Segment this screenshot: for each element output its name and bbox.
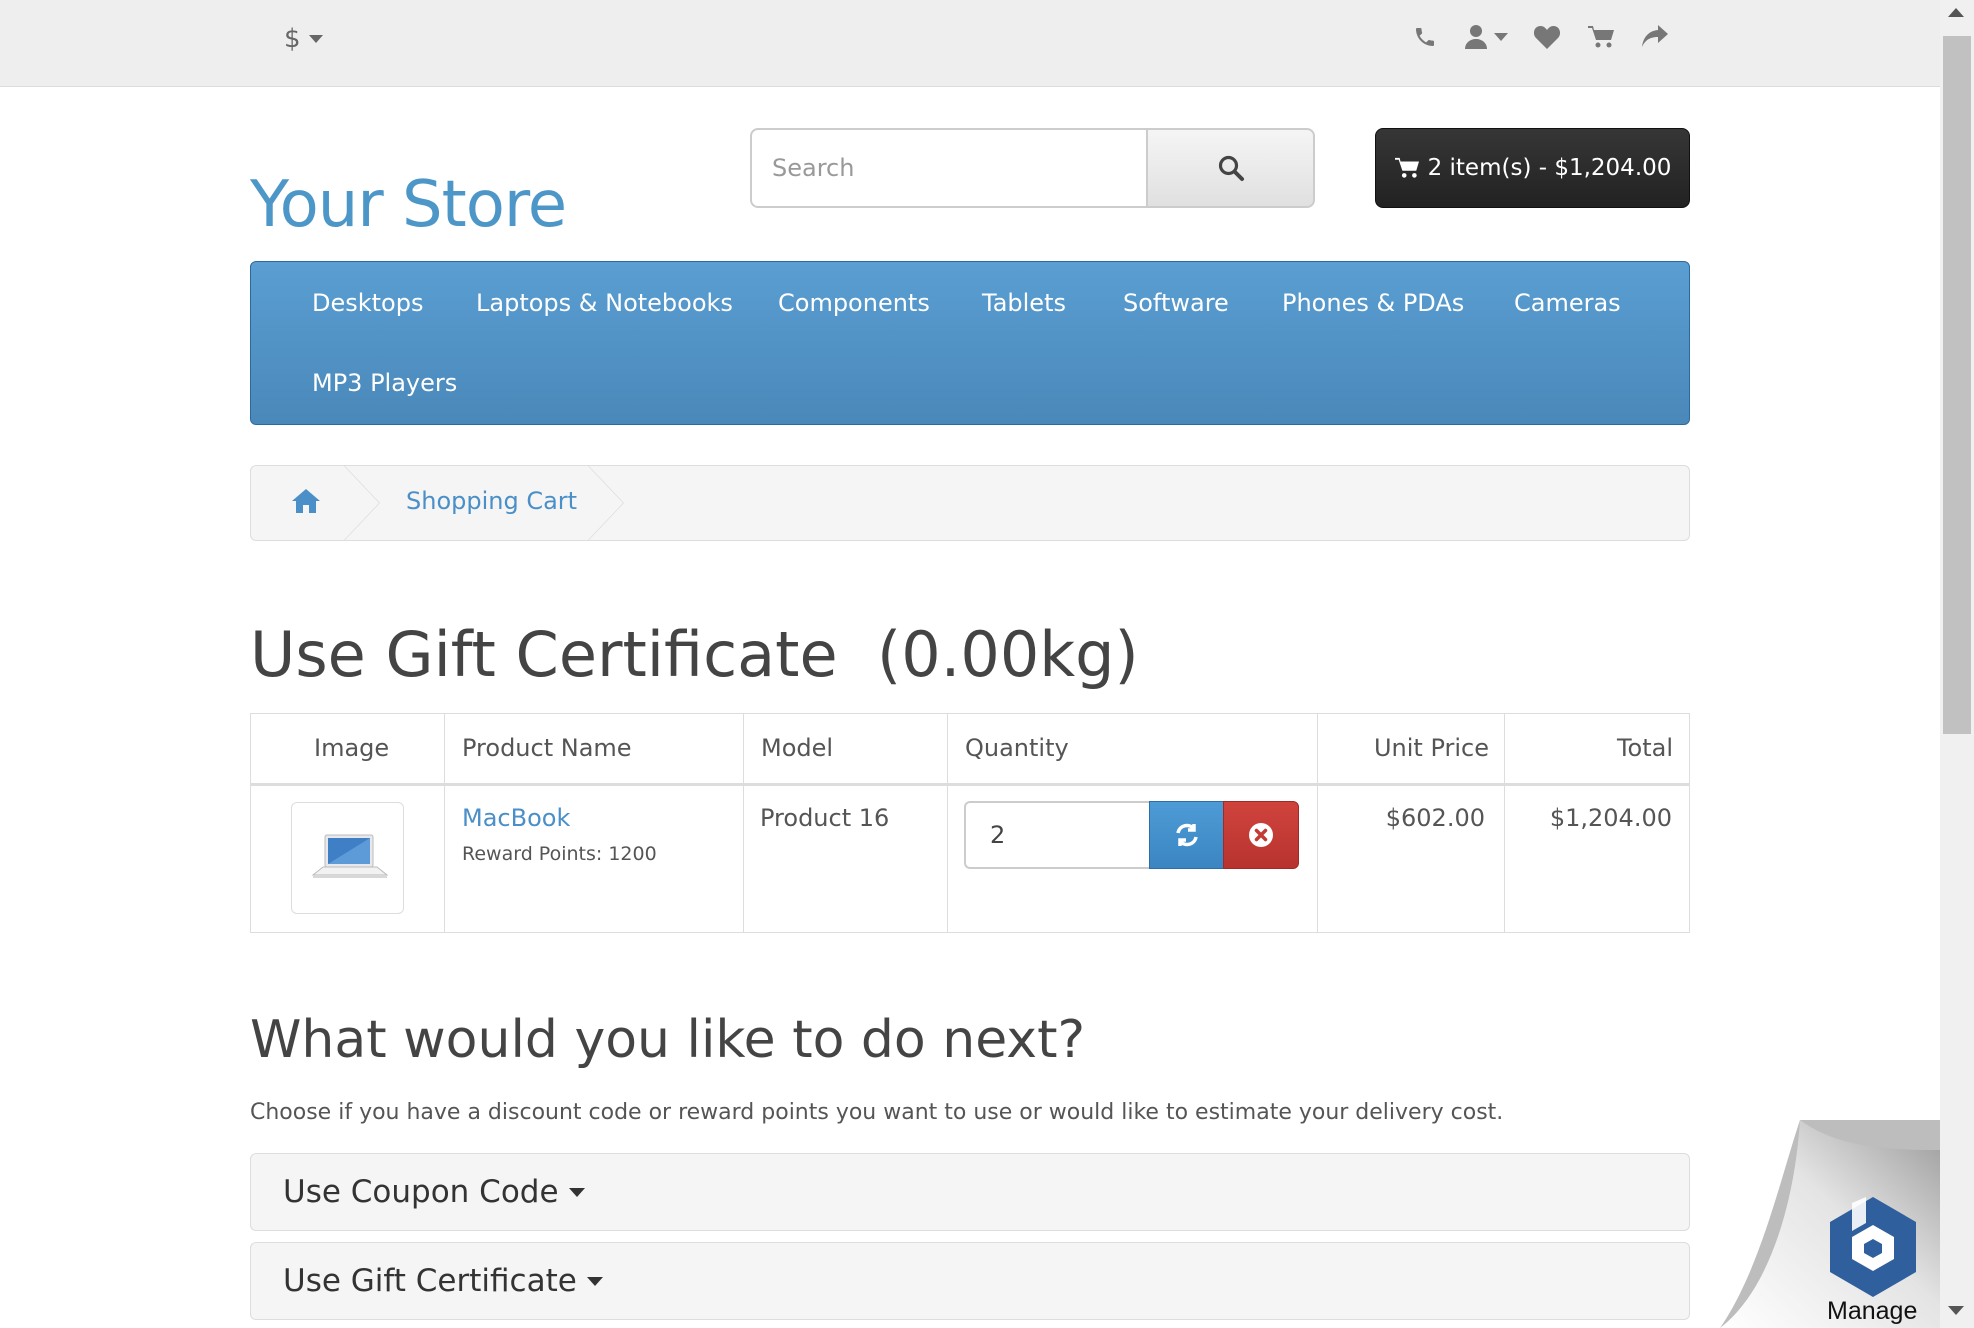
cart-icon [1394, 157, 1419, 178]
gift-certificate-panel: Use Gift Certificate [250, 1242, 1690, 1320]
next-steps-heading: What would you like to do next? [250, 1010, 1086, 1070]
store-logo[interactable]: Your Store [250, 168, 567, 242]
coupon-title: Use Coupon Code [283, 1174, 559, 1210]
phone-icon[interactable] [1410, 22, 1440, 52]
breadcrumb-separator [588, 465, 624, 541]
menu-item-desktops[interactable]: Desktops [312, 289, 423, 317]
scroll-up-icon[interactable] [1948, 8, 1964, 17]
scrollbar-thumb[interactable] [1943, 36, 1971, 734]
currency-symbol: $ [284, 24, 301, 54]
account-dropdown[interactable] [1464, 24, 1508, 50]
menu-item-cameras[interactable]: Cameras [1514, 289, 1621, 317]
chevron-down-icon [1494, 33, 1508, 41]
header-unit-price: Unit Price [1373, 734, 1489, 762]
cart-button[interactable]: 2 item(s) - $1,204.00 [1375, 128, 1690, 208]
search-input[interactable] [750, 128, 1147, 208]
product-link[interactable]: MacBook [462, 804, 570, 832]
header-quantity: Quantity [965, 734, 1069, 762]
user-icon [1465, 25, 1487, 49]
product-model: Product 16 [760, 804, 890, 832]
manage-label[interactable]: Manage [1827, 1297, 1917, 1326]
cart-summary: 2 item(s) - $1,204.00 [1427, 155, 1672, 181]
caret-down-icon [586, 1276, 603, 1286]
page-title: Use Gift Certificate (0.00kg) [250, 618, 1139, 691]
menu-item-components[interactable]: Components [778, 289, 930, 317]
header-product-name: Product Name [462, 734, 632, 762]
main-menu: Desktops Laptops & Notebooks Components … [250, 261, 1690, 425]
heart-icon[interactable] [1532, 22, 1562, 52]
laptop-image [311, 834, 388, 878]
product-thumbnail[interactable] [291, 802, 404, 914]
row-total: $1,204.00 [1549, 804, 1672, 832]
cart-icon[interactable] [1586, 22, 1616, 52]
coupon-toggle[interactable]: Use Coupon Code [283, 1174, 585, 1210]
search-button[interactable] [1146, 128, 1315, 208]
chevron-down-icon [308, 35, 323, 43]
quantity-input[interactable] [964, 801, 1150, 869]
update-button[interactable] [1149, 801, 1224, 869]
menu-item-laptops[interactable]: Laptops & Notebooks [476, 289, 733, 317]
gift-certificate-title: Use Gift Certificate [283, 1263, 577, 1299]
scroll-down-icon[interactable] [1948, 1306, 1964, 1315]
gift-certificate-toggle[interactable]: Use Gift Certificate [283, 1263, 603, 1299]
header-model: Model [761, 734, 834, 762]
header-image: Image [314, 734, 390, 762]
reward-points: Reward Points: 1200 [462, 843, 657, 865]
breadcrumb-separator [344, 465, 380, 541]
unit-price: $602.00 [1385, 804, 1485, 832]
menu-item-tablets[interactable]: Tablets [982, 289, 1066, 317]
refresh-icon [1175, 823, 1198, 847]
currency-dropdown[interactable]: $ [284, 24, 323, 54]
manage-logo-icon[interactable] [1826, 1195, 1920, 1299]
share-icon[interactable] [1640, 22, 1670, 52]
coupon-panel: Use Coupon Code [250, 1153, 1690, 1231]
home-icon[interactable] [291, 487, 321, 519]
remove-button[interactable] [1223, 801, 1299, 869]
menu-item-mp3-players[interactable]: MP3 Players [312, 369, 457, 397]
menu-item-phones[interactable]: Phones & PDAs [1282, 289, 1464, 317]
next-steps-description: Choose if you have a discount code or re… [250, 1100, 1504, 1125]
search-icon [1218, 155, 1244, 181]
top-links [1410, 22, 1670, 52]
close-circle-icon [1249, 823, 1273, 847]
breadcrumb-link-shopping-cart[interactable]: Shopping Cart [406, 487, 577, 515]
header-total: Total [1616, 734, 1673, 762]
menu-item-software[interactable]: Software [1123, 289, 1229, 317]
caret-down-icon [568, 1187, 585, 1197]
